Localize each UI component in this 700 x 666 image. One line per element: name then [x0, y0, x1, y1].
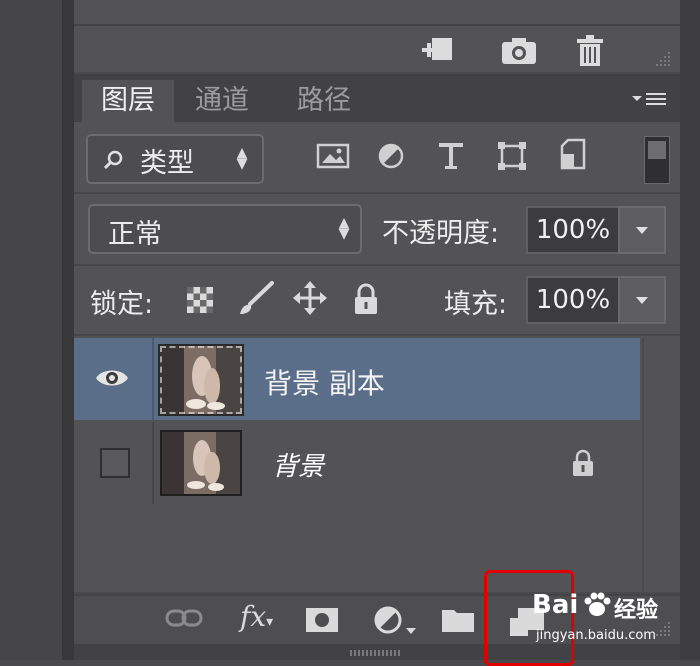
chevron-down-icon [636, 297, 648, 304]
filter-kind-select[interactable]: 类型 ▲ ▼ [86, 134, 264, 184]
layer-name[interactable]: 背景 副本 [264, 362, 385, 402]
lock-image-pixels-brush-icon[interactable] [236, 280, 276, 316]
watermark-url: jingyan.baidu.com [536, 628, 656, 643]
tab-channels[interactable]: 通道 [176, 80, 268, 122]
layer-row-background-copy[interactable]: 背景 副本 [74, 338, 640, 420]
layer-style-fx-button[interactable]: fx▾ [240, 600, 286, 640]
new-group-folder-icon[interactable] [440, 604, 476, 634]
layer-lock-icon [570, 448, 596, 478]
opacity-dropdown-button[interactable] [618, 206, 666, 254]
right-divider [680, 0, 700, 660]
opacity-input[interactable]: 100% [526, 206, 620, 254]
blend-mode-select[interactable]: 正常 ▲ ▼ [88, 204, 362, 254]
row-separator [74, 334, 680, 336]
smart-object-filter-icon[interactable] [558, 138, 588, 172]
filter-kind-label: 类型 [140, 148, 194, 179]
image-filter-icon[interactable] [316, 142, 350, 170]
fill-label: 填充: [444, 289, 508, 320]
layers-scroll-gutter[interactable] [642, 338, 680, 592]
watermark-brand-suffix: 经验 [614, 598, 659, 623]
upper-panel-separator [74, 24, 680, 26]
chevron-down-icon [636, 227, 648, 234]
fx-label: fx [240, 600, 267, 633]
magnifier-icon [102, 148, 126, 172]
left-gutter [0, 0, 62, 660]
filter-toggle-knob [648, 141, 666, 159]
adjustment-filter-icon[interactable] [376, 142, 406, 170]
trash-icon[interactable] [574, 34, 606, 68]
layer-name[interactable]: 背景 [272, 446, 324, 483]
opacity-label: 不透明度: [382, 218, 500, 249]
baidu-watermark: Bai 经验 jingyan.baidu.com [532, 588, 692, 652]
lock-all-icon[interactable] [352, 282, 380, 316]
visibility-toggle-box[interactable] [100, 448, 130, 478]
add-layer-mask-icon[interactable] [304, 606, 340, 634]
panel-drag-handle[interactable] [350, 650, 402, 656]
selection-corner-marks [160, 346, 242, 414]
lock-label: 锁定: [90, 289, 154, 320]
camera-icon[interactable] [498, 36, 540, 66]
new-layer-from-icon[interactable] [420, 34, 458, 66]
shape-filter-icon[interactable] [496, 140, 528, 172]
layer-divider [152, 338, 154, 420]
paw-logo-icon [582, 590, 612, 620]
new-adjustment-layer-icon[interactable] [372, 604, 418, 636]
layer-divider [152, 422, 154, 504]
lock-position-move-icon[interactable] [292, 280, 328, 316]
row-separator [74, 264, 680, 266]
link-layers-icon[interactable] [164, 606, 204, 630]
eye-visibility-icon[interactable] [94, 366, 130, 390]
left-divider [62, 0, 74, 660]
lock-transparent-pixels-icon[interactable] [186, 286, 214, 314]
blend-mode-value: 正常 [108, 219, 162, 250]
updown-arrows-icon: ▲ ▼ [338, 215, 350, 242]
resize-grip-icon[interactable] [654, 50, 672, 68]
submenu-dot: ▾ [266, 614, 274, 630]
tab-layers[interactable]: 图层 [82, 80, 174, 122]
layer-thumbnail [160, 430, 242, 496]
watermark-brand: Bai [532, 590, 579, 620]
layer-row-background[interactable]: 背景 [74, 422, 640, 504]
fill-input[interactable]: 100% [526, 276, 620, 324]
filter-toggle-switch[interactable] [644, 136, 670, 184]
fill-dropdown-button[interactable] [618, 276, 666, 324]
updown-arrows-icon: ▲ ▼ [236, 145, 248, 172]
row-separator [74, 192, 680, 194]
tab-paths[interactable]: 路径 [278, 80, 370, 122]
panel-menu-icon[interactable] [630, 90, 670, 110]
layer-thumbnail [158, 344, 244, 416]
type-filter-icon[interactable] [436, 140, 466, 172]
